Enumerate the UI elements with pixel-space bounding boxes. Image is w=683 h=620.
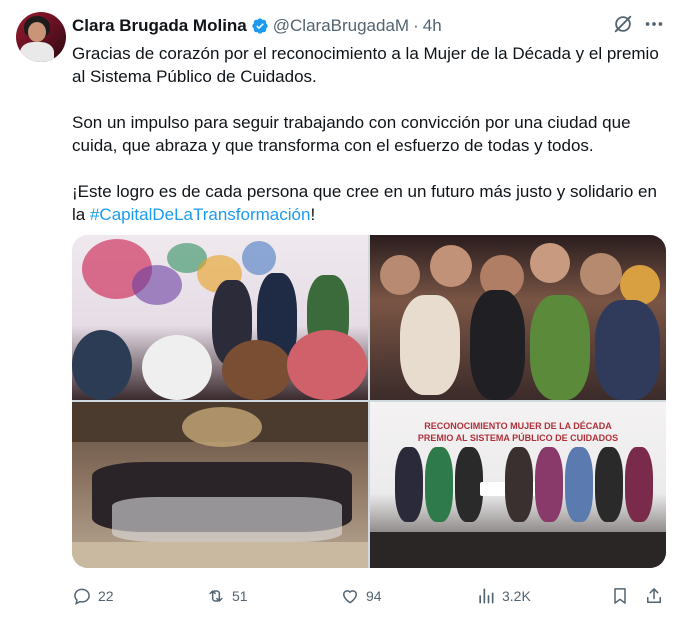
post-text: Gracias de corazón por el reconocimiento… xyxy=(72,42,672,249)
hashtag-link[interactable]: #CapitalDeLaTransformación xyxy=(90,205,310,224)
photo-4[interactable]: RECONOCIMIENTO MUJER DE LA DÉCADA PREMIO… xyxy=(370,402,666,568)
author-name[interactable]: Clara Brugada Molina xyxy=(72,16,247,36)
banner-line: RECONOCIMIENTO MUJER DE LA DÉCADA xyxy=(424,421,612,431)
post-paragraph: Gracias de corazón por el reconocimiento… xyxy=(72,44,659,86)
verified-badge-icon xyxy=(252,18,268,34)
like-button[interactable]: 94 xyxy=(340,582,382,610)
post-time[interactable]: 4h xyxy=(423,16,442,36)
photo-1[interactable] xyxy=(72,235,368,400)
bookmark-button[interactable] xyxy=(610,582,636,610)
like-icon xyxy=(342,590,358,604)
views-icon xyxy=(479,588,494,604)
post-paragraph: ¡Este logro es de cada persona que cree … xyxy=(72,180,672,226)
reply-count: 22 xyxy=(98,588,114,604)
photo-2[interactable] xyxy=(370,235,666,400)
share-button[interactable] xyxy=(644,582,670,610)
like-count: 94 xyxy=(366,588,382,604)
repost-button[interactable]: 51 xyxy=(206,582,248,610)
repost-count: 51 xyxy=(232,588,248,604)
reply-button[interactable]: 22 xyxy=(72,582,114,610)
paragraph-text: ! xyxy=(310,205,316,224)
views-button[interactable]: 3.2K xyxy=(476,582,531,610)
media-grid: RECONOCIMIENTO MUJER DE LA DÉCADA PREMIO… xyxy=(72,235,666,568)
repost-icon xyxy=(209,590,223,602)
share-icon xyxy=(647,588,661,603)
separator-dot: · xyxy=(413,16,419,35)
grok-icon[interactable] xyxy=(612,13,634,35)
bookmark-icon xyxy=(614,588,626,604)
banner-line: PREMIO AL SISTEMA PÚBLICO DE CUIDADOS xyxy=(417,433,619,443)
avatar[interactable] xyxy=(16,12,66,62)
more-icon[interactable] xyxy=(642,13,666,35)
event-banner: RECONOCIMIENTO MUJER DE LA DÉCADA PREMIO… xyxy=(410,420,626,444)
action-bar: 22 51 94 3.2K xyxy=(72,582,666,610)
post-paragraph: Son un impulso para seguir trabajando co… xyxy=(72,113,631,155)
views-count: 3.2K xyxy=(502,588,531,604)
author-handle[interactable]: @ClaraBrugadaM xyxy=(273,16,409,36)
reply-icon xyxy=(74,588,90,605)
photo-3[interactable] xyxy=(72,402,368,568)
post-header: Clara Brugada Molina @ClaraBrugadaM · 4h xyxy=(72,14,683,38)
